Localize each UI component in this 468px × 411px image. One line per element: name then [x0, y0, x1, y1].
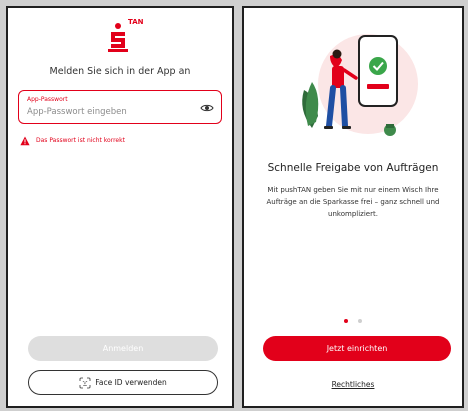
legal-link[interactable]: Rechtliches: [244, 380, 462, 389]
error-text: Das Passwort ist nicht korrekt: [36, 137, 125, 144]
phone-approval-illustration: [302, 34, 418, 136]
faceid-button-label: Face ID verwenden: [95, 378, 167, 387]
feature-title: Schnelle Freigabe von Aufträgen: [267, 162, 439, 174]
onboarding-screen: Schnelle Freigabe von Aufträgen Mit push…: [242, 6, 464, 408]
login-screen: TAN Melden Sie sich in der App an App-Pa…: [6, 6, 234, 408]
login-button[interactable]: Anmelden: [28, 336, 218, 361]
warning-icon: [20, 136, 30, 146]
setup-button[interactable]: Jetzt einrichten: [263, 336, 451, 361]
password-field-label: App-Passwort: [27, 96, 68, 103]
page-title: Melden Sie sich in der App an: [49, 66, 191, 77]
password-input[interactable]: [25, 104, 199, 120]
face-id-icon: [79, 377, 91, 388]
eye-icon[interactable]: [200, 101, 214, 115]
tan-badge: TAN: [128, 18, 144, 26]
sparkasse-logo-icon: TAN: [108, 18, 148, 52]
page-dot: [357, 319, 362, 323]
password-field[interactable]: App-Passwort: [18, 90, 222, 124]
page-dot-active: [344, 319, 349, 323]
page-indicator: [244, 308, 462, 327]
faceid-button[interactable]: Face ID verwenden: [28, 370, 218, 395]
feature-description: Mit pushTAN geben Sie mit nur einem Wisc…: [266, 186, 440, 218]
